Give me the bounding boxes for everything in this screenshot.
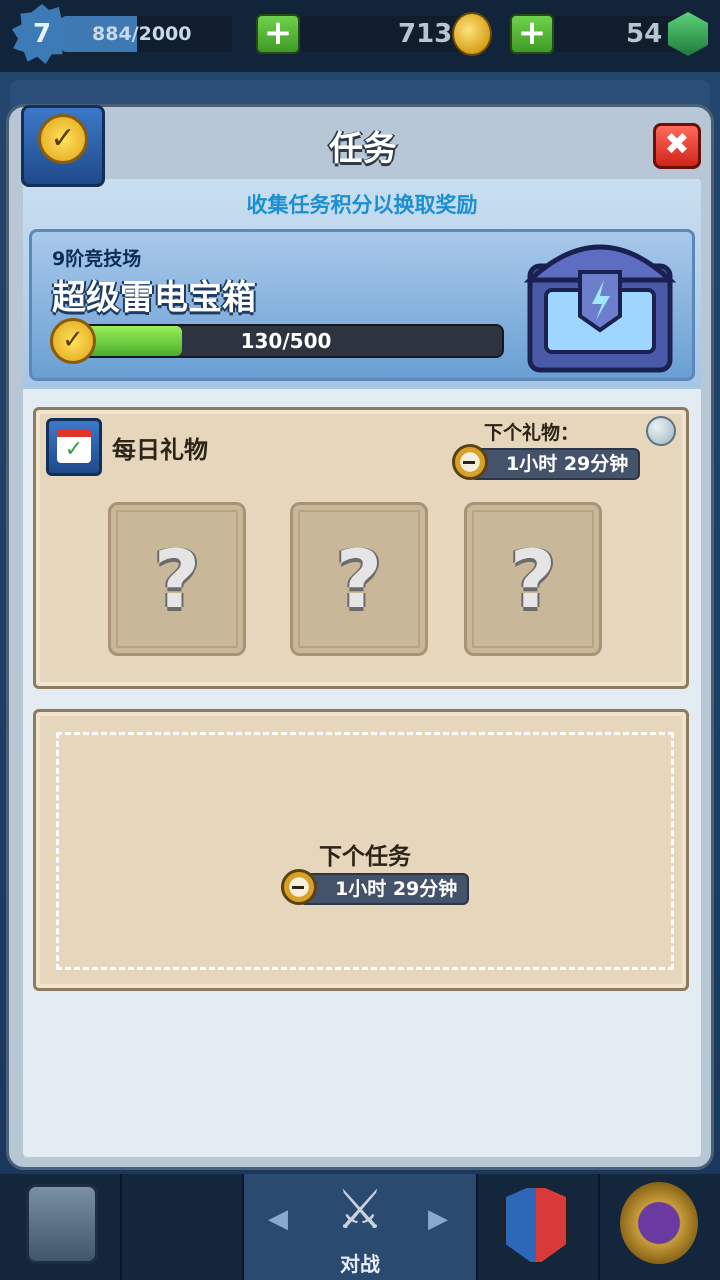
next-task-card: 下个任务 1小时 29分钟 (33, 709, 689, 991)
gift-slot-mark: ? (153, 533, 201, 626)
gems-amount: 54 (626, 19, 663, 49)
gems-bar (554, 16, 684, 52)
nav-tab-tournament[interactable] (600, 1174, 720, 1280)
gift-slot-mark: ? (509, 533, 557, 626)
gift-slot[interactable]: ? (290, 502, 428, 656)
xp-bar: 884/2000 (62, 16, 232, 52)
game-screen: 884/2000 7 + 713 + 54 任务 ✖ 收集任务积分以换取奖励 9… (0, 0, 720, 1280)
next-task-label: 下个任务 (319, 844, 411, 870)
nav-tab-shop[interactable] (0, 1174, 122, 1280)
gold-coin-icon (452, 12, 492, 56)
next-task-timer-text: 1小时 29分钟 (335, 878, 458, 900)
quest-book-icon: ✓ (21, 105, 105, 187)
gold-amount: 713 (398, 19, 453, 49)
gift-slot-mark: ? (335, 533, 383, 626)
pin-icon (646, 416, 676, 446)
gift-slot[interactable]: ? (108, 502, 246, 656)
level-value: 7 (32, 19, 52, 49)
arena-label: 9阶竞技场 (52, 248, 142, 270)
next-gift-timer-text: 1小时 29分钟 (506, 453, 629, 475)
chest-progress-text: 130/500 (240, 329, 332, 353)
nav-tab-clan[interactable] (478, 1174, 600, 1280)
right-arrow-icon[interactable]: ▶ (428, 1204, 448, 1234)
battle-label: 对战 (340, 1252, 380, 1276)
daily-gift-card: ✓ 每日礼物 下个礼物： 1小时 29分钟 ? ? ? (33, 407, 689, 689)
nav-tab-battle[interactable]: ◀ ▶ ⚔ 对战 (244, 1174, 478, 1280)
bottom-nav: ◀ ▶ ⚔ 对战 (0, 1174, 720, 1280)
gift-slot[interactable]: ? (464, 502, 602, 656)
next-task-timer: 1小时 29分钟 (299, 873, 470, 905)
collect-hint: 收集任务积分以换取奖励 (246, 193, 478, 217)
daily-gift-title: 每日礼物 (112, 436, 208, 464)
chest-icon (26, 1184, 98, 1264)
nav-tab-cards[interactable] (122, 1174, 348, 1280)
next-gift-timer: 1小时 29分钟 (470, 448, 641, 480)
left-arrow-icon[interactable]: ◀ (268, 1204, 288, 1234)
timer-icon (281, 869, 317, 905)
level-badge-icon[interactable]: 7 (12, 4, 72, 64)
close-button[interactable]: ✖ (653, 123, 701, 169)
calendar-icon: ✓ (46, 418, 102, 476)
chest-name: 超级雷电宝箱 (52, 278, 256, 318)
empty-task-slot: 下个任务 1小时 29分钟 (56, 732, 674, 970)
reward-header: 收集任务积分以换取奖励 9阶竞技场 超级雷电宝箱 130/500 ✓ (23, 179, 701, 389)
next-gift-label: 下个礼物： (484, 422, 580, 444)
timer-icon (452, 444, 488, 480)
battle-swords-icon: ⚔ (335, 1178, 385, 1241)
modal-content: 收集任务积分以换取奖励 9阶竞技场 超级雷电宝箱 130/500 ✓ ✓ 每日礼… (23, 179, 701, 1157)
top-status-bar: 884/2000 7 + 713 + 54 (0, 0, 720, 72)
modal-title: 任务 (329, 129, 397, 169)
chest-icon (523, 244, 677, 373)
chest-progress-bar: 130/500 (68, 324, 504, 358)
add-gems-button[interactable]: + (510, 14, 554, 54)
add-gold-button[interactable]: + (256, 14, 300, 54)
quests-modal: 任务 ✖ 收集任务积分以换取奖励 9阶竞技场 超级雷电宝箱 130/500 ✓ (6, 104, 714, 1170)
medal-icon: ✓ (50, 318, 96, 364)
xp-text: 884/2000 (92, 23, 192, 45)
chest-panel[interactable]: 9阶竞技场 超级雷电宝箱 130/500 ✓ (29, 229, 695, 381)
tournament-icon (620, 1182, 698, 1264)
clan-icon (502, 1184, 570, 1266)
